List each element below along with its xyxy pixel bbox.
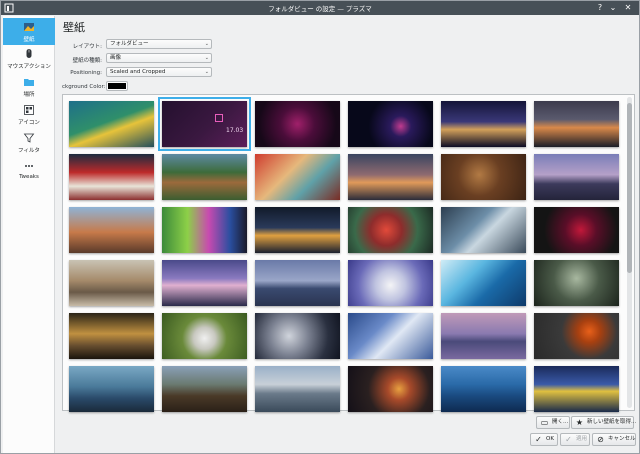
wallpaper-thumbnail[interactable]	[441, 101, 526, 147]
icons-icon	[24, 105, 34, 115]
wallpaper-type-combo[interactable]: 画像 ⌄	[106, 53, 212, 63]
wallpaper-thumbnail[interactable]	[162, 207, 247, 253]
wallpaper-thumbnail[interactable]	[534, 101, 619, 147]
chevron-down-icon: ⌄	[204, 41, 209, 47]
sidebar: 壁紙 マウスアクション 場所 アイコン フィルタ Tweaks	[3, 16, 55, 453]
wallpaper-thumbnail[interactable]: 17.03	[158, 97, 251, 151]
wallpaper-thumbnail[interactable]	[348, 207, 433, 253]
sidebar-item-label: Tweaks	[19, 174, 39, 180]
positioning-value: Scaled and Cropped	[110, 69, 166, 75]
wallpaper-thumbnail[interactable]	[441, 260, 526, 306]
wallpaper-thumbnail[interactable]	[69, 154, 154, 200]
wallpaper-thumbnail[interactable]	[69, 101, 154, 147]
open-button-label: 開く...	[552, 419, 569, 425]
sidebar-item-location[interactable]: 場所	[3, 73, 55, 100]
wallpaper-thumbnail[interactable]	[348, 313, 433, 359]
background-color-fill	[108, 83, 126, 89]
wallpaper-thumbnail[interactable]	[69, 366, 154, 412]
wallpaper-thumbnail[interactable]	[69, 260, 154, 306]
wallpaper-thumbnail[interactable]	[441, 154, 526, 200]
apply-button-label: 適用	[576, 436, 588, 442]
filter-icon	[23, 133, 35, 143]
wallpaper-thumbnail[interactable]	[255, 154, 340, 200]
check-icon: ✓	[565, 435, 572, 444]
wallpaper-thumbnail[interactable]	[534, 260, 619, 306]
cancel-button[interactable]: ⊘ キャンセル	[592, 433, 636, 446]
wallpaper-icon	[24, 23, 34, 31]
wallpaper-thumbnail[interactable]	[162, 313, 247, 359]
title-bar[interactable]: フォルダビュー の設定 — プラズマ ? ⌄ ✕	[1, 1, 639, 15]
apply-button[interactable]: ✓ 適用	[560, 433, 590, 446]
wallpaper-thumbnail[interactable]	[162, 366, 247, 412]
tweaks-icon	[25, 165, 33, 167]
thumbnail-version-text: 17.03	[226, 127, 244, 134]
positioning-combo[interactable]: Scaled and Cropped ⌄	[106, 67, 212, 77]
wallpaper-type-value: 画像	[110, 55, 122, 61]
wallpaper-thumbnail[interactable]	[69, 313, 154, 359]
layout-combo[interactable]: フォルダビュー ⌄	[106, 39, 212, 49]
sidebar-item-label: フィルタ	[18, 148, 40, 154]
wallpaper-thumbnail[interactable]	[441, 207, 526, 253]
wallpaper-thumbnail[interactable]	[534, 313, 619, 359]
wallpaper-thumbnail[interactable]	[534, 207, 619, 253]
chevron-down-icon: ⌄	[204, 69, 209, 75]
cancel-button-label: キャンセル	[608, 436, 636, 442]
wallpaper-thumbnail[interactable]	[534, 366, 619, 412]
wallpaper-thumbnail[interactable]	[255, 260, 340, 306]
help-icon[interactable]: ?	[595, 3, 605, 13]
layout-label: レイアウト:	[72, 44, 102, 50]
star-icon: ★	[575, 418, 584, 427]
wallpaper-thumbnail[interactable]	[255, 101, 340, 147]
wallpaper-thumbnail[interactable]	[69, 207, 154, 253]
wallpaper-grid: 17.03	[62, 94, 635, 412]
wallpaper-thumbnail[interactable]	[534, 154, 619, 200]
wallpaper-thumbnail[interactable]	[255, 366, 340, 412]
wallpaper-thumbnail[interactable]	[348, 154, 433, 200]
get-new-wallpapers-button[interactable]: ★ 新しい壁紙を取得...	[571, 416, 637, 429]
folder-icon	[24, 79, 34, 86]
check-icon: ✓	[535, 435, 542, 444]
sidebar-item-icons[interactable]: アイコン	[3, 101, 55, 128]
wallpaper-thumbnail[interactable]	[441, 313, 526, 359]
wallpaper-thumbnail[interactable]	[162, 154, 247, 200]
ok-button[interactable]: ✓ OK	[530, 433, 558, 446]
wallpaper-grid-scrollbar[interactable]	[627, 97, 632, 408]
chevron-down-icon: ⌄	[204, 55, 209, 61]
neon-square-mark	[215, 114, 223, 122]
background-color-button[interactable]	[106, 81, 128, 91]
sidebar-item-filter[interactable]: フィルタ	[3, 129, 55, 156]
wallpaper-thumbnail[interactable]	[441, 366, 526, 412]
sidebar-item-label: アイコン	[18, 120, 40, 126]
layout-value: フォルダビュー	[110, 41, 149, 47]
sidebar-item-label: 壁紙	[23, 37, 35, 43]
page-title: 壁紙	[63, 21, 85, 34]
mouse-icon	[26, 49, 32, 58]
folder-open-icon: ▭	[540, 418, 549, 427]
wallpaper-type-label: 壁紙の種類:	[72, 58, 102, 64]
wallpaper-thumbnail[interactable]	[348, 101, 433, 147]
positioning-label: Positioning:	[70, 70, 102, 76]
scrollbar-handle[interactable]	[627, 103, 632, 273]
wallpaper-thumbnail[interactable]	[255, 207, 340, 253]
sidebar-item-tweaks[interactable]: Tweaks	[3, 157, 55, 184]
settings-window: フォルダビュー の設定 — プラズマ ? ⌄ ✕ 壁紙 マウスアクション 場所	[0, 0, 640, 454]
wallpaper-thumbnail[interactable]	[162, 260, 247, 306]
sidebar-item-label: マウスアクション	[7, 64, 51, 70]
minimize-icon[interactable]: ⌄	[608, 3, 618, 13]
cancel-icon: ⊘	[597, 435, 604, 444]
sidebar-item-wallpaper[interactable]: 壁紙	[3, 18, 55, 45]
open-button[interactable]: ▭ 開く...	[536, 416, 570, 429]
wallpaper-thumbnail[interactable]	[348, 366, 433, 412]
ok-button-label: OK	[546, 436, 554, 442]
window-title: フォルダビュー の設定 — プラズマ	[268, 5, 372, 13]
wallpaper-thumbnail[interactable]	[348, 260, 433, 306]
close-icon[interactable]: ✕	[623, 3, 633, 13]
wallpaper-thumbnail[interactable]	[255, 313, 340, 359]
sidebar-item-label: 場所	[23, 92, 35, 98]
sidebar-item-mouse-actions[interactable]: マウスアクション	[3, 45, 55, 72]
get-new-wallpapers-label: 新しい壁紙を取得...	[587, 419, 637, 425]
background-color-label: ckground Color:	[62, 84, 106, 90]
